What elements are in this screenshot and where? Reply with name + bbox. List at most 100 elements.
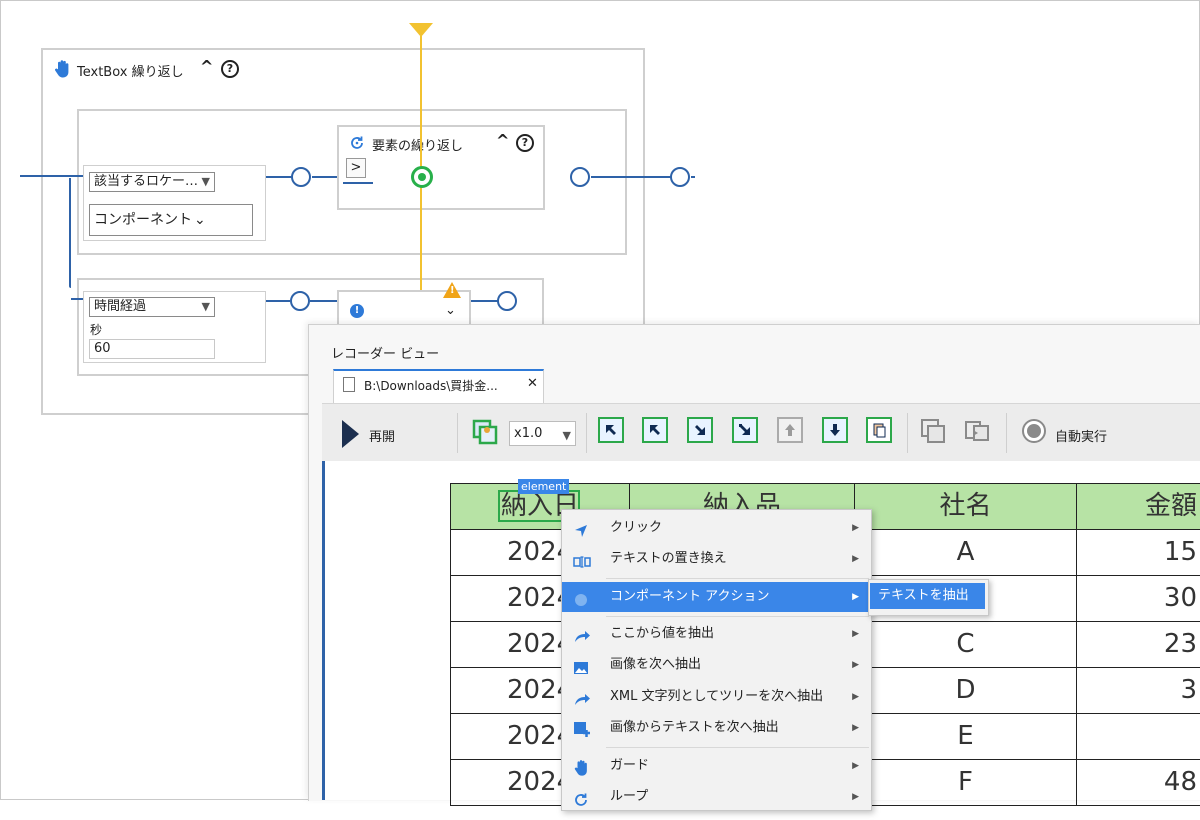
image-icon <box>573 658 589 674</box>
branch-wire-vertical <box>69 178 71 288</box>
connector-node[interactable] <box>670 167 690 187</box>
loop-help-icon[interactable]: ? <box>516 134 534 152</box>
move-down-right-button[interactable] <box>687 417 713 443</box>
window-capture-icon[interactable] <box>920 418 945 443</box>
context-menu-item-label: ループ <box>610 789 649 804</box>
connector-node[interactable] <box>570 167 590 187</box>
loop-title: 要素の繰り返し <box>372 139 464 154</box>
copy-button[interactable] <box>866 417 892 443</box>
help-icon[interactable]: ? <box>221 60 239 78</box>
wire-8 <box>470 300 498 302</box>
warning-exclaim: ! <box>450 285 455 296</box>
move-down-right-button[interactable] <box>732 417 758 443</box>
context-menu-item[interactable]: XML 文字列としてツリーを次へ抽出 ▶ <box>562 682 869 712</box>
context-menu-item-label: 画像を次へ抽出 <box>610 657 702 672</box>
wire-4 <box>591 176 671 178</box>
context-menu-item[interactable]: テキストの置き換え ▶ <box>562 544 869 574</box>
text-replace-icon <box>573 552 591 568</box>
submenu-extract-text[interactable]: テキストを抽出 <box>870 583 985 609</box>
table-header: 社名 <box>854 483 1077 530</box>
toolbar-separator <box>586 413 587 453</box>
image-text-icon <box>573 721 590 737</box>
hand-icon <box>573 759 589 776</box>
seconds-label: 秒 <box>90 323 103 337</box>
wire-7 <box>310 300 340 302</box>
locator-condition-select[interactable]: 該当するロケー… ▼ <box>89 172 215 192</box>
recorder-title: レコーダー ビュー <box>331 347 440 362</box>
context-menu-item[interactable]: コンポーネント アクション ▶ <box>562 582 869 612</box>
extract-arrow-icon <box>573 690 590 706</box>
loop-inner-wire <box>343 182 373 184</box>
expand-button[interactable]: > <box>346 158 366 178</box>
extract-arrow-icon <box>573 627 590 643</box>
move-up-left-button[interactable] <box>598 417 624 443</box>
capture-icon[interactable] <box>471 418 498 445</box>
submenu-arrow-icon: ▶ <box>852 523 859 533</box>
move-up-left-button[interactable] <box>642 417 668 443</box>
record-icon[interactable] <box>1022 419 1046 443</box>
chevron-down-icon[interactable]: ⌄ <box>445 303 456 318</box>
loop-collapse-button[interactable]: ^ <box>496 131 509 150</box>
loop-icon <box>349 135 365 155</box>
context-menu-item[interactable]: ここから値を抽出 ▶ <box>562 619 869 649</box>
toolbar-separator <box>1006 413 1007 453</box>
menu-separator <box>606 616 869 617</box>
context-menu-item-label: ガード <box>610 758 650 773</box>
submenu-arrow-icon: ▶ <box>852 554 859 564</box>
component-select[interactable]: コンポーネント ⌄ <box>89 204 253 236</box>
context-menu-item-label: 画像からテキストを次へ抽出 <box>610 720 779 735</box>
connector-node[interactable] <box>290 291 310 311</box>
tab-close-button[interactable]: ✕ <box>527 376 538 391</box>
submenu-arrow-icon: ▶ <box>852 592 859 602</box>
document-icon <box>343 377 355 392</box>
file-tab-label: B:\Downloads\買掛金... <box>364 379 498 393</box>
context-menu-item-label: テキストの置き換え <box>610 551 727 566</box>
connector-node[interactable] <box>497 291 517 311</box>
collapse-button[interactable]: ^ <box>200 57 213 76</box>
cursor-arrow-icon <box>573 521 589 537</box>
resume-label[interactable]: 再開 <box>369 426 395 445</box>
auto-run-label[interactable]: 自動実行 <box>1055 426 1107 445</box>
wire-6 <box>266 300 290 302</box>
submenu-arrow-icon: ▶ <box>852 629 859 639</box>
table-cell: A <box>854 529 1077 576</box>
seconds-input[interactable]: 60 <box>89 339 215 359</box>
table-cell: 3 <box>1076 667 1200 714</box>
table-cell: E <box>854 713 1077 760</box>
table-cell: C <box>854 621 1077 668</box>
table-cell <box>1076 713 1200 760</box>
table-cell: 30 <box>1076 575 1200 622</box>
hand-icon <box>53 59 73 83</box>
menu-separator <box>606 578 869 579</box>
context-menu-item[interactable]: 画像を次へ抽出 ▶ <box>562 650 869 680</box>
toolbar-separator <box>907 413 908 453</box>
context-menu-item[interactable]: ループ ▶ <box>562 782 869 812</box>
table-cell: F <box>854 759 1077 806</box>
timeline-marker-icon[interactable] <box>409 23 433 37</box>
context-menu-item-label: ここから値を抽出 <box>610 626 715 641</box>
table-cell: 48 <box>1076 759 1200 806</box>
window-switch-icon[interactable] <box>964 418 989 442</box>
main-wire <box>20 175 83 177</box>
move-up-button[interactable] <box>777 417 803 443</box>
element-tag: element <box>518 479 570 494</box>
submenu-arrow-icon: ▶ <box>852 761 859 771</box>
table-cell: 15 <box>1076 529 1200 576</box>
move-down-button[interactable] <box>822 417 848 443</box>
context-menu-item[interactable]: クリック ▶ <box>562 513 869 543</box>
submenu-arrow-icon: ▶ <box>852 792 859 802</box>
context-menu-item[interactable]: 画像からテキストを次へ抽出 ▶ <box>562 713 869 743</box>
play-icon[interactable] <box>342 420 359 448</box>
info-icon: ! <box>350 304 364 318</box>
context-menu-item[interactable]: ガード ▶ <box>562 751 869 781</box>
loop-icon <box>573 790 589 806</box>
wire-5 <box>691 176 695 178</box>
table-cell: D <box>854 667 1077 714</box>
table-header: 金額 <box>1076 483 1200 530</box>
speed-select[interactable]: x1.0 ▼ <box>509 421 576 446</box>
submenu-arrow-icon: ▶ <box>852 660 859 670</box>
connector-node[interactable] <box>291 167 311 187</box>
component-icon <box>573 590 589 606</box>
active-step-icon <box>411 166 433 188</box>
timer-condition-select[interactable]: 時間経過 ▼ <box>89 297 215 317</box>
